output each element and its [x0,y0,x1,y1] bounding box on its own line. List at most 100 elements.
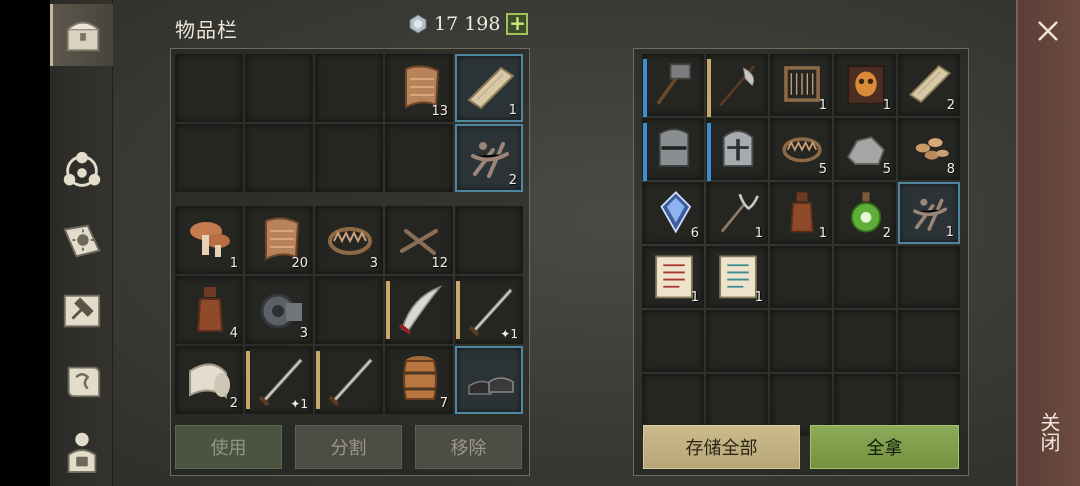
storage-slot[interactable]: 2 [834,182,896,244]
item-quantity: 1 [754,226,763,241]
take-all-button[interactable]: 全拿 [810,425,959,469]
backpack-icon [67,432,96,474]
halberd-icon [719,65,756,107]
item-quantity: 3 [299,326,308,341]
inventory-slot[interactable]: 13 [385,54,453,122]
storage-slot[interactable] [642,118,704,181]
sidebar-crafting-tab[interactable] [50,280,113,342]
item-quantity: 6 [690,226,699,241]
item-quantity: 12 [431,256,448,271]
inventory-slot[interactable]: ✦1 [455,276,523,344]
inventory-slot[interactable] [315,54,383,122]
storage-slot[interactable]: 8 [898,118,960,180]
item-quantity: 1 [818,98,827,113]
close-label[interactable]: 关闭 [1034,412,1064,452]
storage-slot[interactable] [834,246,896,308]
inventory-slot[interactable] [245,124,313,192]
close-icon[interactable] [1031,14,1065,48]
recipe-book-icon [62,224,101,258]
storage-slot[interactable] [706,118,768,181]
sidebar-chest-tab[interactable] [50,4,113,66]
inventory-slot[interactable] [315,124,383,192]
inventory-slot[interactable] [175,54,243,122]
scimitar-icon [398,285,443,335]
storage-slot[interactable] [770,246,832,308]
storage-slot[interactable] [706,54,768,117]
storage-slot[interactable] [706,310,768,372]
storage-slot[interactable]: 1 [706,246,768,308]
item-quantity: ✦1 [290,397,308,411]
storage-slot[interactable] [834,310,896,372]
inventory-title: 物品栏 [175,18,238,42]
scroll-icon [67,366,100,398]
sidebar-character-tab[interactable] [50,420,113,482]
item-quantity: 4 [229,326,238,341]
inventory-slot[interactable] [245,54,313,122]
storage-grid: 1 1 2 5 5 8 6 1 1 2 1 1 1 [642,54,960,436]
item-quantity: 1 [818,226,827,241]
hub-icon [63,151,100,187]
storage-slot[interactable]: 1 [642,246,704,308]
item-quantity: 2 [229,396,238,411]
storage-slot[interactable] [642,54,704,117]
storage-slot[interactable]: 1 [770,182,832,244]
storage-slot[interactable]: 1 [834,54,896,116]
storage-slot[interactable] [898,246,960,308]
inventory-slot[interactable] [315,276,383,344]
inventory-slot[interactable] [385,124,453,192]
inventory-slot[interactable]: ✦1 [245,346,313,414]
store-all-button[interactable]: 存储全部 [643,425,800,469]
inventory-slot[interactable]: 3 [245,276,313,344]
chest-icon [66,21,100,52]
inventory-slot[interactable]: 2 [455,124,523,192]
great-helm-icon [658,128,690,167]
inventory-slot[interactable]: 1 [175,206,243,274]
inventory-slot[interactable] [455,206,523,274]
inventory-slot[interactable]: 7 [385,346,453,414]
inventory-slot[interactable]: 3 [315,206,383,274]
item-quantity: 2 [946,98,955,113]
storage-slot[interactable]: 5 [834,118,896,180]
inventory-slot[interactable]: 1 [455,54,523,122]
item-quantity: 8 [946,162,955,177]
storage-slot[interactable]: 1 [898,182,960,244]
use-button[interactable]: 使用 [175,425,282,469]
inventory-slot[interactable]: 20 [245,206,313,274]
storage-slot[interactable] [770,310,832,372]
storage-slot[interactable]: 6 [642,182,704,244]
remove-button[interactable]: 移除 [415,425,522,469]
item-quantity: 20 [291,256,308,271]
item-quantity: 5 [882,162,891,177]
storage-slot[interactable]: 2 [898,54,960,116]
sidebar-hub-tab[interactable] [50,140,113,202]
split-button[interactable]: 分割 [295,425,402,469]
item-quantity: ✦1 [500,327,518,341]
sword-icon [328,358,373,407]
storage-slot[interactable]: 1 [770,54,832,116]
sidebar-quests-tab[interactable] [50,350,113,412]
inventory-slot[interactable] [385,276,453,344]
inventory-slot[interactable]: 12 [385,206,453,274]
sidebar [50,0,113,486]
item-quantity: 1 [508,103,517,118]
storage-slot[interactable]: 5 [770,118,832,180]
item-quantity: 3 [369,256,378,271]
item-quantity: 1 [754,290,763,305]
inventory-equipped-grid: 13 1 2 [175,54,523,192]
storage-slot[interactable] [898,310,960,372]
item-quantity: 1 [945,225,954,240]
currency-amount: 17 198 [434,13,501,35]
inventory-slot[interactable] [455,346,523,414]
item-quantity: 7 [439,396,448,411]
hammer-card-icon [63,294,100,328]
inventory-slot[interactable] [175,124,243,192]
item-quantity: 1 [690,290,699,305]
sidebar-recipes-tab[interactable] [50,210,113,272]
currency-display: 17 198 + [408,13,529,35]
inventory-slot[interactable]: 2 [175,346,243,414]
storage-slot[interactable] [642,310,704,372]
inventory-slot[interactable]: 4 [175,276,243,344]
storage-slot[interactable]: 1 [706,182,768,244]
inventory-slot[interactable] [315,346,383,414]
add-currency-button[interactable]: + [506,13,529,35]
